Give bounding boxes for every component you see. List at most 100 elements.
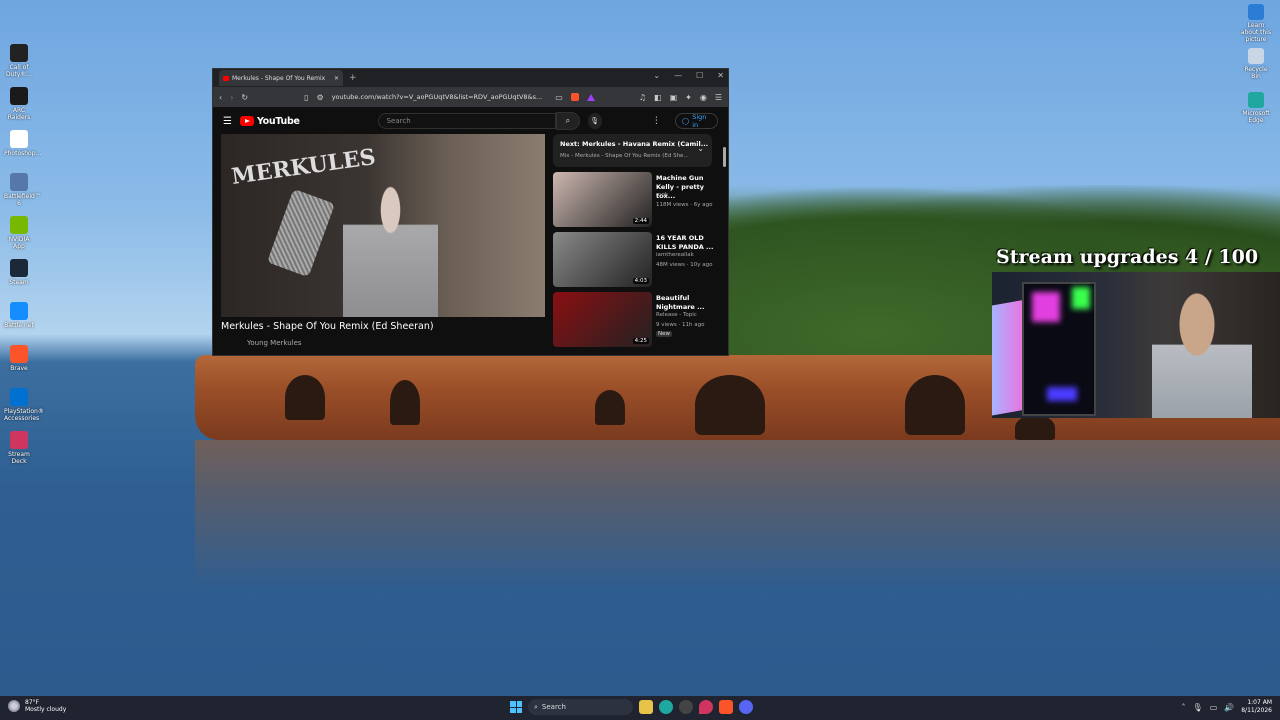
info-icon [1248, 4, 1264, 20]
volume-icon[interactable]: 🔊 [1224, 703, 1234, 712]
clock[interactable]: 1:07 AM 8/11/2026 [1241, 699, 1272, 715]
recommendation-title: 16 YEAR OLD KILLS PANDA ... [656, 234, 714, 251]
system-tray: ˄ 🎙 ▭ 🔊 1:07 AM 8/11/2026 [1182, 699, 1272, 715]
recommendation-meta: 48M views · 10y ago [656, 262, 713, 268]
desktop-icon[interactable]: Learn about this picture [1240, 4, 1272, 43]
recommendation-meta: 9 views · 11h ago [656, 322, 705, 328]
desktop-icon-label: Call of Duty®... [5, 64, 33, 78]
obs-icon[interactable] [679, 700, 693, 714]
sidebar-icon[interactable]: ◧ [654, 93, 662, 102]
menu-icon[interactable]: ☰ [715, 93, 722, 102]
chevron-up-icon[interactable]: ˄ [1182, 703, 1186, 712]
scrollbar[interactable] [723, 147, 726, 167]
desktop-icon-label: Battlefield™ 6 [4, 193, 41, 207]
desktop-icon[interactable]: Battlefield™ 6 [4, 173, 41, 207]
video-duration: 4:25 [632, 338, 649, 344]
edge-icon [1248, 92, 1264, 108]
desktop-icon-label: Photoshop... [4, 150, 42, 157]
recommendation-meta: 118M views · 6y ago [656, 202, 713, 208]
youtube-logo[interactable]: YouTube [239, 116, 300, 127]
back-icon[interactable]: ‹ [219, 93, 222, 102]
bookmark-icon[interactable]: ▯ [304, 93, 308, 102]
recommendation-channel: Release - Topic [656, 312, 697, 318]
wallet-icon[interactable]: ▣ [670, 93, 678, 102]
brave-rewards-icon[interactable] [586, 93, 595, 101]
new-tab-button[interactable]: + [349, 73, 357, 83]
video-thumbnail: 4:25 [553, 292, 652, 347]
desktop-icon[interactable]: Photoshop... [4, 130, 42, 157]
music-icon[interactable]: ♫ [639, 93, 646, 102]
vpn-icon[interactable]: ◉ [700, 93, 707, 102]
youtube-page: ☰ YouTube Search ⌕ 🎙 ⋮ ◯ Sign in MERKULE… [213, 107, 728, 355]
taskbar-search[interactable]: ⌕ Search [528, 699, 633, 715]
desktop-icon-label: Steam [9, 279, 29, 286]
new-badge: New [656, 331, 672, 337]
streamdeck-icon [10, 431, 28, 449]
chevron-down-icon[interactable]: ⌄ [697, 144, 704, 153]
brave-taskbar-icon[interactable] [719, 700, 733, 714]
video-player[interactable]: MERKULES [221, 134, 545, 317]
minimize-button[interactable]: — [674, 71, 682, 80]
maximize-button[interactable]: ☐ [696, 71, 703, 80]
browser-tab[interactable]: Merkules - Shape Of You Remix ✕ [219, 70, 343, 86]
desktop-icon[interactable]: ARC Raiders [4, 87, 34, 121]
address-bar: ‹ › ↻ ▯ ⚙ youtube.com/watch?v=V_aoPGUqtV… [213, 87, 728, 107]
search-icon: ⌕ [534, 702, 538, 711]
desktop-icon[interactable]: Brave [4, 345, 34, 372]
youtube-play-icon [239, 116, 254, 126]
sign-in-button[interactable]: ◯ Sign in [674, 113, 718, 129]
recommendation-item[interactable]: 4:25 Beautiful Nightmare ... Release - Top… [553, 292, 723, 348]
file-explorer-icon[interactable] [639, 700, 653, 714]
tab-title: Merkules - Shape Of You Remix [232, 74, 326, 82]
hamburger-menu-icon[interactable]: ☰ [223, 116, 232, 127]
taskbar-apps: ⌕ Search [510, 699, 753, 715]
arc-raiders-icon [10, 87, 28, 105]
desktop-icon-label: Brave [10, 365, 28, 372]
close-tab-icon[interactable]: ✕ [334, 75, 339, 82]
extensions-icon[interactable]: ✦ [685, 93, 692, 102]
location-pin-icon[interactable] [699, 700, 713, 714]
desktop-icon[interactable]: Steam [4, 259, 34, 286]
performer [343, 182, 438, 317]
youtube-search-input[interactable]: Search [377, 113, 557, 129]
microphone-icon[interactable]: 🎙 [587, 113, 602, 129]
brave-shields-icon[interactable] [570, 93, 579, 101]
up-next-panel[interactable]: Next: Merkules - Havana Remix (Camil... … [553, 134, 712, 167]
stream-goal-text: Stream upgrades 4 / 100 [996, 246, 1259, 268]
more-options-icon[interactable]: ⋮ [652, 116, 661, 126]
url-field[interactable]: youtube.com/watch?v=V_aoPGUqtV8&list=RDV… [332, 93, 548, 101]
weather-widget[interactable]: 87°F Mostly cloudy [8, 699, 66, 713]
recommendation-item[interactable]: 4:03 16 YEAR OLD KILLS PANDA ... iamtherea… [553, 232, 723, 288]
desktop-icon-label: Recycle Bin [1244, 66, 1268, 80]
weather-desc: Mostly cloudy [25, 706, 67, 713]
desktop-icon[interactable]: Call of Duty®... [4, 44, 34, 78]
browser-window[interactable]: Merkules - Shape Of You Remix ✕ + ⌄ — ☐ … [212, 68, 729, 356]
channel-name[interactable]: Young Merkules [247, 339, 302, 347]
desktop-icon[interactable]: Stream Deck [4, 431, 34, 465]
reload-icon[interactable]: ↻ [241, 93, 248, 102]
start-button-icon[interactable] [510, 701, 522, 713]
player-brand-text: MERKULES [229, 144, 378, 190]
close-window-button[interactable]: ✕ [717, 71, 724, 80]
desktop-icon[interactable]: NVIDIA App [4, 216, 34, 250]
discord-icon[interactable] [739, 700, 753, 714]
recommendation-item[interactable]: 2:44 Machine Gun Kelly - pretty tox... mgk… [553, 172, 723, 228]
edge-taskbar-icon[interactable] [659, 700, 673, 714]
youtube-favicon-icon [223, 75, 229, 81]
search-icon[interactable]: ⌕ [556, 112, 580, 130]
desktop-icon[interactable]: PlayStation® Accessories [4, 388, 44, 422]
desktop-icon[interactable]: Microsoft Edge [1240, 92, 1272, 124]
desktop-icon[interactable]: Recycle Bin [1240, 48, 1272, 80]
forward-icon[interactable]: › [230, 93, 233, 102]
tab-search-button[interactable]: ⌄ [653, 71, 660, 80]
network-icon[interactable]: ▭ [1210, 703, 1218, 712]
site-info-icon[interactable]: ⚙ [317, 93, 324, 102]
microphone-tray-icon[interactable]: 🎙 [1193, 703, 1203, 712]
streamer [1152, 292, 1252, 418]
recycle-bin-icon [1248, 48, 1264, 64]
cast-icon[interactable]: ▭ [555, 93, 563, 102]
brave-icon [10, 345, 28, 363]
desktop-icon[interactable]: Battle.net [4, 302, 34, 329]
playstation-icon [10, 388, 28, 406]
photoshop-icon [10, 130, 28, 148]
